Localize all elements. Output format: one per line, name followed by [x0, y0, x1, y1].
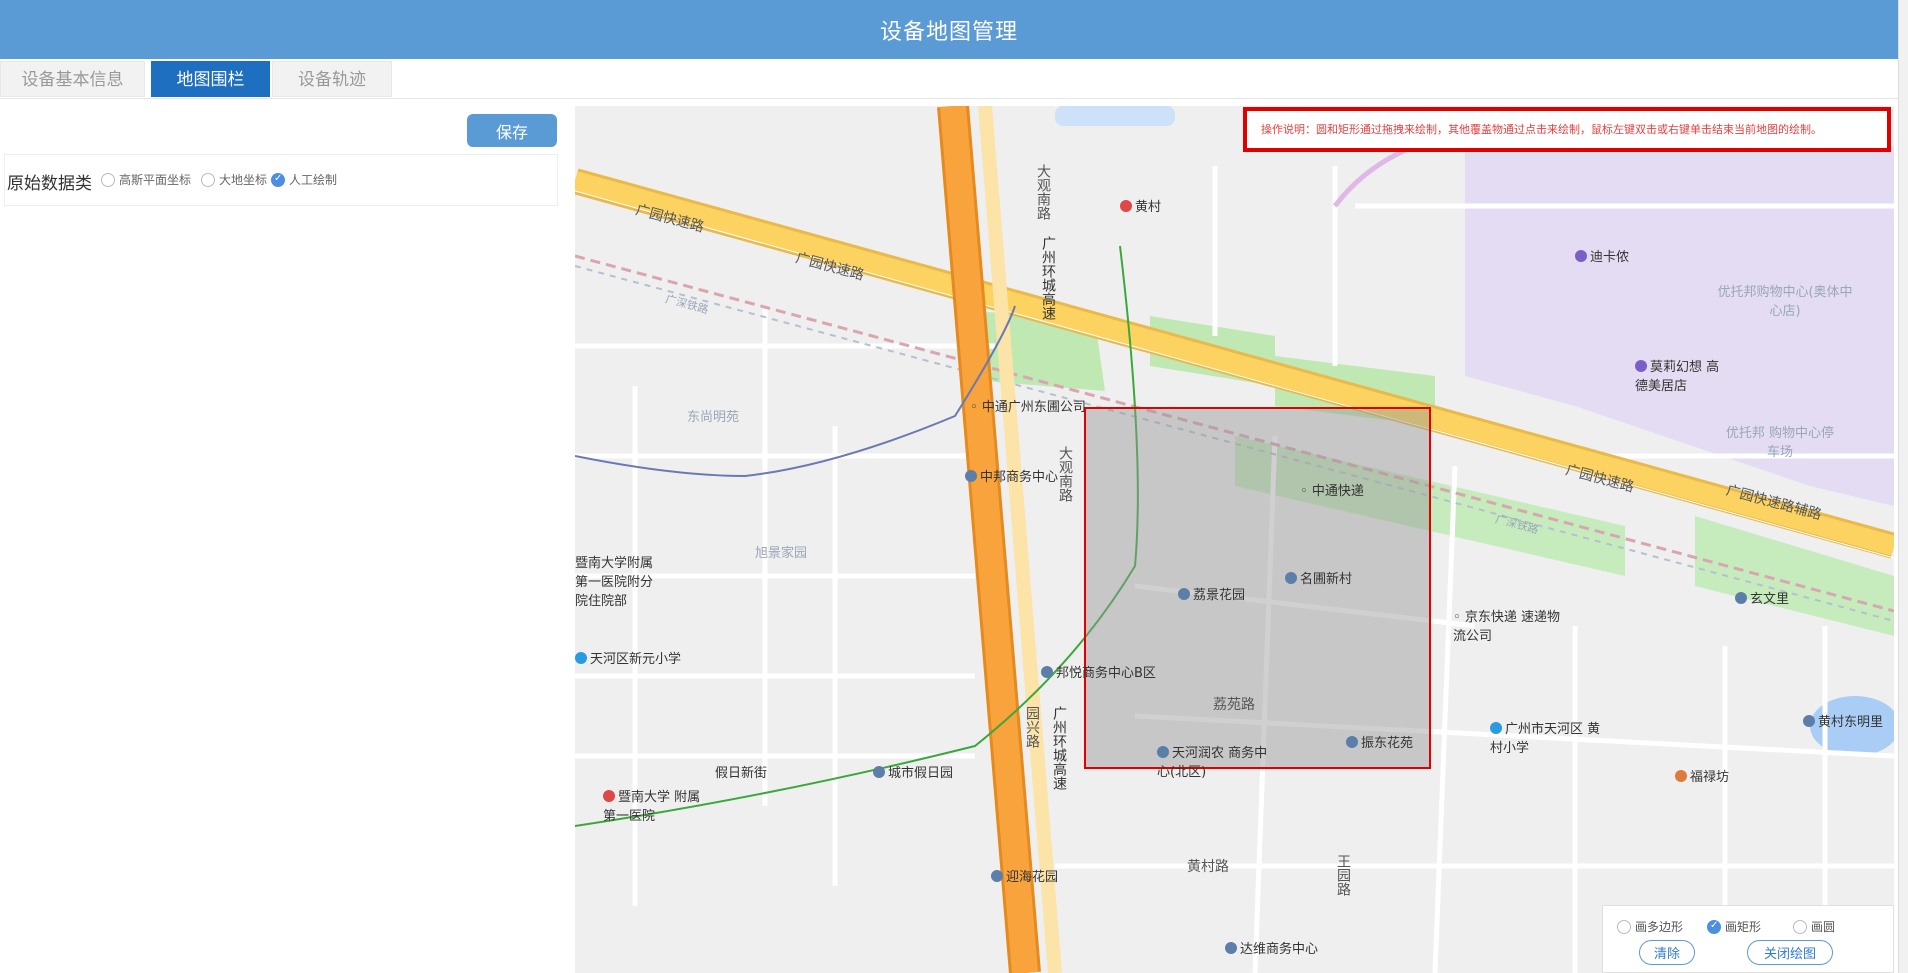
radio-label: 高斯平面坐标 [119, 173, 192, 187]
road-label: 广州环城高速 [1051, 706, 1067, 790]
school-icon [1490, 722, 1502, 734]
hospital-icon [603, 790, 615, 802]
shop-icon [1635, 360, 1647, 372]
poi-label: 东尚明苑 [687, 410, 740, 425]
save-button[interactable]: 保存 [467, 114, 557, 147]
school-icon [575, 652, 587, 664]
poi-label: 城市假日园 [873, 762, 953, 781]
radio-label: 画圆 [1811, 920, 1836, 934]
poi-label: 名圃新村 [1285, 568, 1352, 587]
poi-label: 中邦商务中心 [965, 466, 1058, 485]
building-icon [1225, 942, 1237, 954]
page-title: 设备地图管理 [879, 20, 1018, 45]
home-icon [873, 766, 885, 778]
radio-circle-icon [1793, 919, 1807, 934]
road-label: 大观南路 [1035, 164, 1051, 220]
shop-icon [1575, 250, 1587, 262]
radio-circle-icon [201, 172, 215, 187]
map-base-layer [575, 106, 1894, 973]
poi-label: ◦ 中通广州东圃公司 [970, 400, 1086, 415]
operation-instruction: 操作说明：圆和矩形通过拖拽来绘制，其他覆盖物通过点击来绘制，鼠标左键双击或右键单… [1243, 107, 1891, 152]
close-drawing-button[interactable]: 关闭绘图 [1747, 940, 1833, 965]
left-panel: 保存 原始数据类 高斯平面坐标 大地坐标 人工绘制 [0, 100, 575, 973]
poi-label: 邦悦商务中心B区 [1041, 662, 1156, 681]
radio-label: 大地坐标 [219, 173, 268, 187]
radio-checked-icon [1707, 919, 1721, 934]
poi-label: 福禄坊 [1675, 766, 1729, 785]
clear-button[interactable]: 清除 [1639, 940, 1695, 965]
home-icon [1285, 572, 1297, 584]
road-label: 广州环城高速 [1040, 236, 1056, 320]
draw-tool-panel: 画多边形 画矩形 画圆 清除 关闭绘图 [1602, 905, 1894, 973]
radio-draw-rectangle[interactable]: 画矩形 [1707, 918, 1761, 935]
road-label: 园兴路 [1024, 706, 1040, 748]
poi-label: 天河区新元小学 [575, 648, 681, 667]
radio-draw-polygon[interactable]: 画多边形 [1617, 918, 1683, 935]
building-icon [1157, 746, 1169, 758]
building-icon [1041, 666, 1053, 678]
poi-label: 广州市天河区 黄村小学 [1490, 722, 1601, 756]
water-area [1055, 106, 1175, 126]
poi-label: 荔景花园 [1178, 584, 1245, 603]
poi-label: 黄村 [1120, 196, 1161, 215]
app-header: 设备地图管理 [0, 0, 1898, 59]
home-icon [1803, 715, 1815, 727]
road-label: 王园路 [1335, 854, 1351, 896]
poi-label: 优托邦购物中心(奥体中心店) [1717, 285, 1853, 319]
radio-label: 画多边形 [1635, 920, 1684, 934]
building-icon [965, 470, 977, 482]
home-icon [1178, 588, 1190, 600]
poi-label: ◦ 京东快递 速递物流公司 [1453, 610, 1560, 644]
radio-label: 人工绘制 [289, 173, 338, 187]
radio-geodetic-coords[interactable]: 大地坐标 [201, 171, 267, 188]
poi-label: 迎海花园 [991, 866, 1058, 885]
home-icon [1346, 736, 1358, 748]
tab-bar: 设备基本信息 地图围栏 设备轨迹 [0, 59, 1898, 99]
page-scrollbar[interactable] [1898, 0, 1908, 973]
road-label: 黄村路 [1187, 859, 1229, 875]
radio-draw-circle[interactable]: 画圆 [1793, 918, 1835, 935]
radio-gauss-coords[interactable]: 高斯平面坐标 [101, 171, 191, 188]
metro-line [575, 305, 1016, 478]
fence-rectangle[interactable] [1084, 407, 1431, 769]
radio-circle-icon [101, 172, 115, 187]
poi-label: 玄文里 [1735, 588, 1789, 607]
poi-label: 天河润农 商务中心(北区) [1157, 746, 1268, 780]
poi-label: 旭景家园 [755, 546, 808, 561]
home-icon [1735, 592, 1747, 604]
poi-label: 振东花苑 [1346, 732, 1413, 751]
poi-label: 暨南大学附属第一医院附分院住院部 [575, 556, 654, 609]
poi-label: 迪卡侬 [1575, 246, 1629, 265]
poi-label: 假日新街 [715, 766, 768, 781]
poi-label: 莫莉幻想 高德美居店 [1635, 360, 1720, 394]
poi-label: 优托邦 购物中心停车场 [1725, 426, 1835, 460]
poi-label: ◦ 中通快递 [1300, 484, 1364, 499]
metro-station-icon [1120, 200, 1132, 212]
data-type-group: 原始数据类 高斯平面坐标 大地坐标 人工绘制 [4, 154, 558, 206]
road-label: 荔苑路 [1213, 697, 1255, 713]
radio-manual-draw[interactable]: 人工绘制 [271, 171, 337, 188]
restaurant-icon [1675, 770, 1687, 782]
poi-label: 黄村东明里 [1803, 711, 1883, 730]
radio-checked-icon [271, 172, 285, 187]
data-type-label: 原始数据类 [7, 174, 92, 194]
road-line [1333, 143, 1416, 208]
poi-label: 暨南大学 附属第一医院 [603, 790, 701, 824]
radio-circle-icon [1617, 919, 1631, 934]
tab-map-fence[interactable]: 地图围栏 [151, 61, 270, 97]
home-icon [991, 870, 1003, 882]
tab-device-info[interactable]: 设备基本信息 [0, 61, 145, 97]
tab-device-track[interactable]: 设备轨迹 [272, 61, 392, 97]
radio-label: 画矩形 [1725, 920, 1762, 934]
map-canvas[interactable]: 广园快速路 广园快速路 广园快速路 广园快速路辅路 大观南路 大观南路 广州环城… [575, 106, 1894, 973]
poi-label: 达维商务中心 [1225, 938, 1318, 957]
